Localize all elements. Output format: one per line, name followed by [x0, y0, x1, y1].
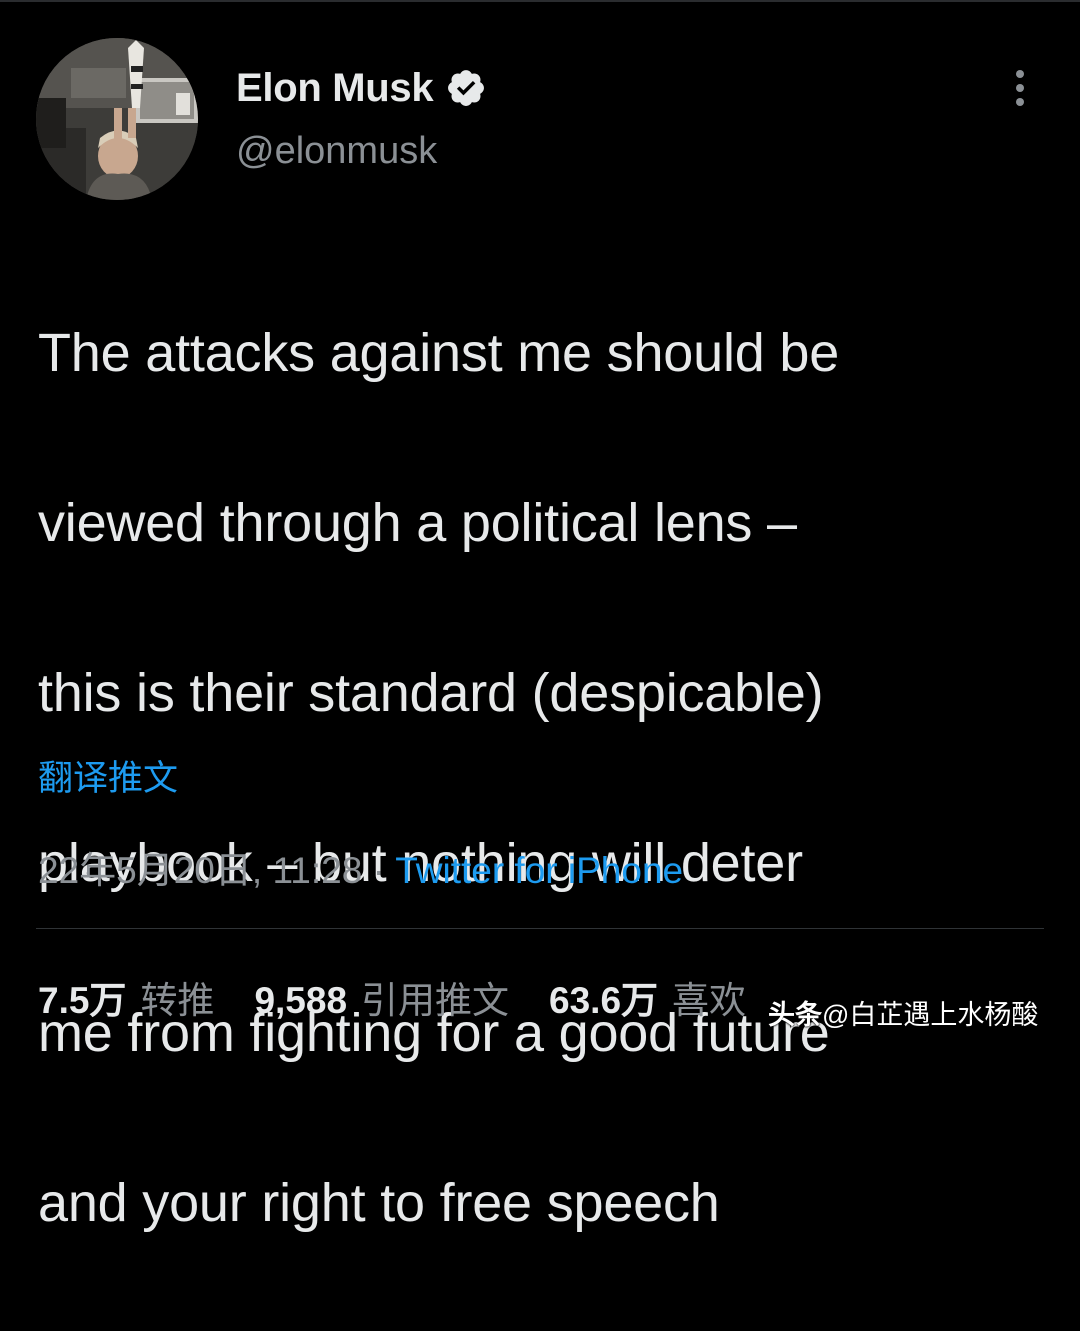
watermark: 头条@白芷遇上水杨酸	[768, 993, 1038, 1032]
tweet-line: viewed through a political lens –	[38, 493, 797, 553]
retweets-count[interactable]: 7.5万	[38, 970, 126, 1024]
watermark-logo: 头条	[768, 1000, 822, 1030]
tweet-text: The attacks against me should be viewed …	[38, 226, 1058, 1331]
retweets-label[interactable]: 转推	[140, 970, 214, 1024]
author-handle[interactable]: @elonmusk	[236, 130, 437, 173]
likes-label[interactable]: 喜欢	[672, 970, 746, 1024]
avatar[interactable]	[36, 38, 198, 200]
tweet-datetime[interactable]: 22年5月20日, 11:28	[38, 850, 362, 891]
tweet-line: The attacks against me should be	[38, 323, 840, 383]
meta-separator: ·	[372, 850, 385, 891]
tweet-stats: 7.5万 转推 9,588 引用推文 63.6万 喜欢	[38, 970, 786, 1024]
profile-photo	[36, 38, 198, 200]
tweet-line: and your right to free speech	[38, 1173, 720, 1233]
verified-badge-icon	[448, 70, 485, 106]
translate-tweet-link[interactable]: 翻译推文	[38, 750, 178, 801]
tweet-meta: 22年5月20日, 11:28 · Twitter for iPhone	[38, 840, 683, 894]
top-border	[0, 0, 1080, 2]
quotes-label[interactable]: 引用推文	[361, 970, 509, 1024]
author-name-row: Elon Musk	[236, 62, 487, 114]
likes-count[interactable]: 63.6万	[549, 970, 658, 1024]
author-name[interactable]: Elon Musk	[236, 66, 434, 111]
tweet-source-link[interactable]: Twitter for iPhone	[395, 850, 683, 891]
quotes-count[interactable]: 9,588	[254, 980, 347, 1022]
more-options-icon[interactable]	[1008, 66, 1032, 110]
divider	[36, 928, 1044, 929]
watermark-text: @白芷遇上水杨酸	[822, 1000, 1039, 1030]
tweet-line: this is their standard (despicable)	[38, 663, 824, 723]
